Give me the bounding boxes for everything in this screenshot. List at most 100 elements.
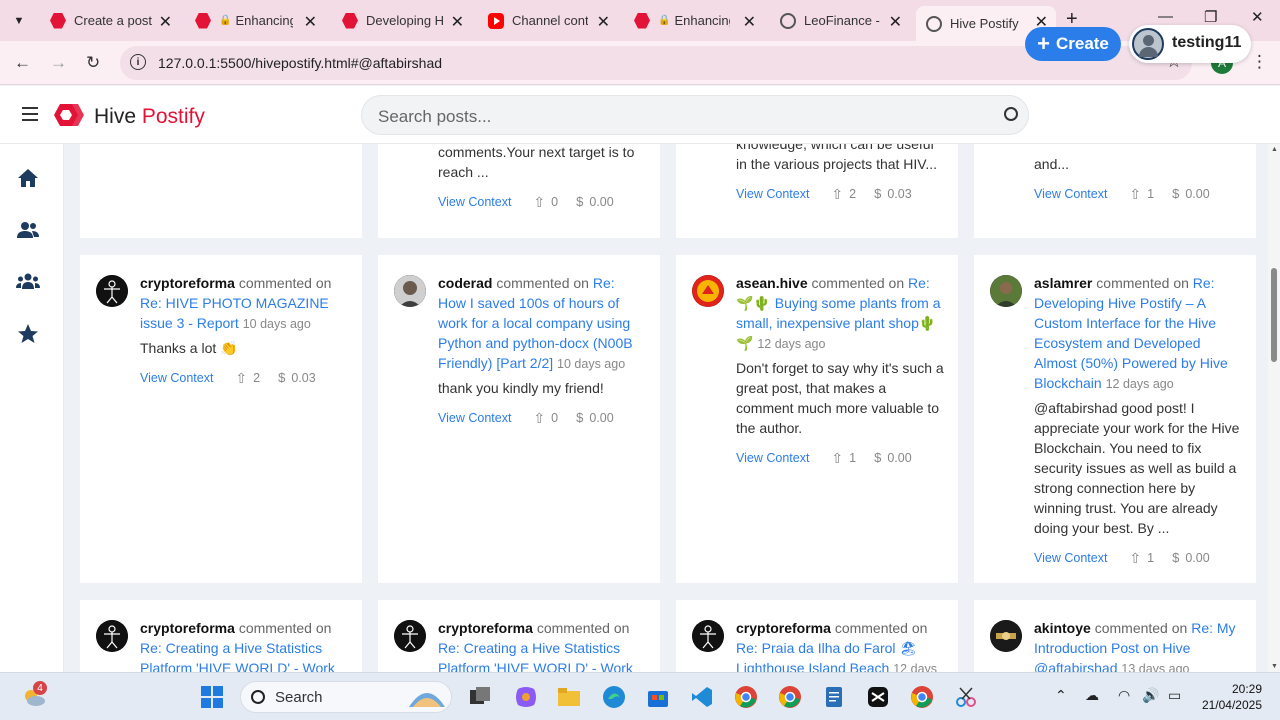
taskbar-search[interactable]: Search bbox=[240, 681, 452, 713]
windows-start-icon[interactable] bbox=[200, 685, 224, 709]
browser-tab[interactable]: 🔒 Enhancing ✕ bbox=[185, 6, 325, 35]
forward-icon[interactable]: → bbox=[50, 53, 67, 73]
author-avatar[interactable] bbox=[990, 275, 1022, 307]
snipping-tool-icon[interactable] bbox=[954, 685, 978, 709]
author-name[interactable]: coderad bbox=[438, 275, 492, 291]
author-name[interactable]: cryptoreforma bbox=[438, 620, 533, 636]
clock-time: 20:29 bbox=[1231, 682, 1262, 696]
search-placeholder: Search posts... bbox=[378, 107, 492, 126]
restore-icon[interactable]: ❐ bbox=[1204, 8, 1217, 26]
post-title-link[interactable]: Re: Creating a Hive Statistics Platform … bbox=[140, 640, 335, 672]
minimize-icon[interactable]: — bbox=[1158, 8, 1173, 25]
edge-icon[interactable] bbox=[602, 685, 626, 709]
author-name[interactable]: asean.hive bbox=[736, 275, 808, 291]
clock[interactable]: 20:29 21/04/2025 bbox=[1200, 681, 1262, 713]
view-context-link[interactable]: View Context bbox=[140, 368, 213, 388]
close-tab-icon[interactable]: ✕ bbox=[597, 12, 610, 32]
author-name[interactable]: aslamrer bbox=[1034, 275, 1092, 291]
browser-tab[interactable]: Channel conte ✕ bbox=[478, 6, 618, 35]
users-icon[interactable] bbox=[16, 218, 40, 242]
post-title-link[interactable]: Re: Developing Hive Postify – A Custom I… bbox=[1034, 275, 1228, 391]
upvote-icon[interactable]: ⇧ bbox=[533, 408, 545, 428]
volume-icon[interactable]: 🔊 bbox=[1142, 687, 1159, 704]
upvote-icon[interactable]: ⇧ bbox=[831, 184, 843, 204]
chrome-icon[interactable] bbox=[734, 685, 758, 709]
author-avatar[interactable] bbox=[394, 620, 426, 652]
page-scrollbar[interactable]: ▲ ▼ bbox=[1268, 144, 1280, 672]
windows-taskbar: Search ⌃ ☁ ◠ 🔊 ▭ 20:29 21/04/2025 bbox=[0, 672, 1280, 720]
comment-card: cryptoreforma commented on Re: Praia da … bbox=[676, 600, 958, 672]
author-avatar[interactable] bbox=[990, 620, 1022, 652]
view-context-link[interactable]: View Context bbox=[736, 448, 809, 468]
store-icon[interactable] bbox=[646, 685, 670, 709]
app-logo-text[interactable]: Hive Postify bbox=[94, 105, 205, 129]
create-button[interactable]: + Create bbox=[1025, 27, 1121, 61]
close-tab-icon[interactable]: ✕ bbox=[304, 12, 317, 32]
browser-menu-icon[interactable]: ⋮ bbox=[1251, 52, 1268, 72]
upvote-icon[interactable]: ⇧ bbox=[533, 192, 545, 212]
payout-value: 0.00 bbox=[589, 195, 614, 209]
tray-chevron-icon[interactable]: ⌃ bbox=[1055, 687, 1067, 704]
vote-count: 1 bbox=[1147, 551, 1155, 565]
notepad-icon[interactable] bbox=[822, 685, 846, 709]
copilot-icon[interactable] bbox=[514, 685, 538, 709]
search-input[interactable]: Search posts... bbox=[361, 95, 1029, 135]
tab-title: Enhancing bbox=[674, 13, 731, 28]
back-icon[interactable]: ← bbox=[14, 53, 31, 73]
view-context-link[interactable]: View Context bbox=[438, 408, 511, 428]
star-icon[interactable] bbox=[16, 322, 40, 346]
close-window-icon[interactable]: ✕ bbox=[1251, 8, 1264, 26]
vscode-icon[interactable] bbox=[690, 685, 714, 709]
view-context-link[interactable]: View Context bbox=[1034, 184, 1107, 204]
chrome-alt-icon[interactable] bbox=[910, 685, 934, 709]
author-name[interactable]: cryptoreforma bbox=[736, 620, 831, 636]
tab-title: Enhancing bbox=[235, 13, 294, 28]
task-view-icon[interactable] bbox=[468, 685, 492, 709]
file-explorer-icon[interactable] bbox=[557, 685, 581, 709]
close-tab-icon[interactable]: ✕ bbox=[743, 12, 756, 32]
browser-tab[interactable]: Developing H ✕ bbox=[332, 6, 472, 35]
view-context-link[interactable]: View Context bbox=[438, 192, 511, 212]
view-context-link[interactable]: View Context bbox=[1034, 548, 1107, 568]
author-avatar[interactable] bbox=[692, 275, 724, 307]
battery-icon[interactable]: ▭ bbox=[1168, 687, 1181, 704]
upvote-icon[interactable]: ⇧ bbox=[1129, 548, 1141, 568]
author-name[interactable]: akintoye bbox=[1034, 620, 1091, 636]
home-icon[interactable] bbox=[16, 166, 40, 190]
chrome-profile-icon[interactable] bbox=[778, 685, 802, 709]
tab-list-chevron-icon[interactable]: ▼ bbox=[6, 8, 32, 34]
hamburger-menu-icon[interactable] bbox=[22, 107, 38, 121]
upvote-icon[interactable]: ⇧ bbox=[1129, 184, 1141, 204]
scroll-down-icon[interactable]: ▼ bbox=[1271, 663, 1278, 670]
author-name[interactable]: cryptoreforma bbox=[140, 620, 235, 636]
site-info-icon[interactable]: i bbox=[130, 54, 146, 70]
wifi-icon[interactable]: ◠ bbox=[1118, 687, 1130, 704]
capcut-icon[interactable] bbox=[866, 685, 890, 709]
author-avatar[interactable] bbox=[96, 620, 128, 652]
author-avatar[interactable] bbox=[394, 275, 426, 307]
browser-tab[interactable]: Create a post ✕ bbox=[40, 6, 180, 35]
view-context-link[interactable]: View Context bbox=[736, 184, 809, 204]
close-tab-icon[interactable]: ✕ bbox=[159, 12, 172, 32]
scrollbar-thumb[interactable] bbox=[1271, 268, 1277, 362]
post-title-link[interactable]: Re: Praia da Ilha do Farol 🏖 Lighthouse … bbox=[736, 640, 917, 672]
browser-tab[interactable]: LeoFinance - I ✕ bbox=[770, 6, 910, 35]
commented-on-label: commented on bbox=[1094, 620, 1188, 636]
scroll-up-icon[interactable]: ▲ bbox=[1271, 146, 1278, 153]
browser-tab[interactable]: 🔒 Enhancing ✕ bbox=[624, 6, 764, 35]
author-avatar[interactable] bbox=[96, 275, 128, 307]
author-name[interactable]: cryptoreforma bbox=[140, 275, 235, 291]
create-label: Create bbox=[1055, 34, 1109, 53]
close-tab-icon[interactable]: ✕ bbox=[889, 12, 902, 32]
upvote-icon[interactable]: ⇧ bbox=[235, 368, 247, 388]
user-menu[interactable]: testing11 bbox=[1129, 25, 1251, 63]
search-icon[interactable] bbox=[1004, 107, 1018, 121]
post-title-link[interactable]: Re: Creating a Hive Statistics Platform … bbox=[438, 640, 633, 672]
communities-icon[interactable] bbox=[16, 270, 40, 294]
comment-text: made more than 50 comments.Your next tar… bbox=[438, 144, 635, 180]
close-tab-icon[interactable]: ✕ bbox=[451, 12, 464, 32]
reload-icon[interactable]: ↻ bbox=[86, 53, 100, 73]
upvote-icon[interactable]: ⇧ bbox=[831, 448, 843, 468]
author-avatar[interactable] bbox=[692, 620, 724, 652]
onedrive-icon[interactable]: ☁ bbox=[1085, 687, 1099, 704]
